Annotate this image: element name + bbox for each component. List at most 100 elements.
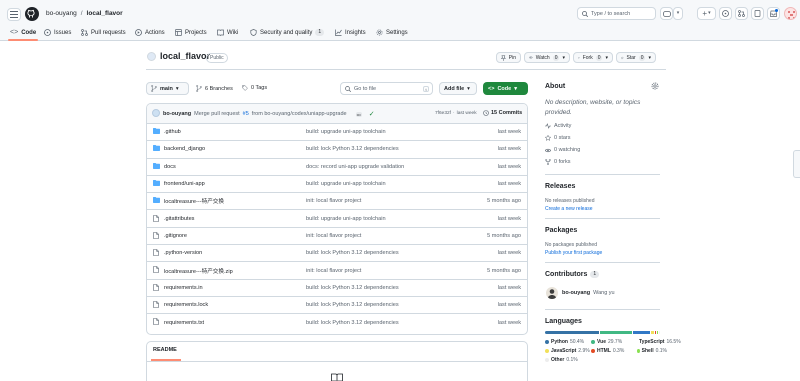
table-row[interactable]: .gitignore init: local flavor project 5 mo… (146, 228, 528, 246)
file-name[interactable]: localtreasure---特产交换 (164, 197, 224, 205)
tab-issues[interactable]: Issues (44, 26, 71, 39)
tab-security[interactable]: Security and quality 1 (250, 26, 325, 39)
table-row[interactable]: localtreasure---特产交换.zip init: local flav… (146, 262, 528, 280)
file-name[interactable]: localtreasure---特产交换.zip (164, 267, 233, 275)
contributor[interactable]: bo-ouyang Wang yu (562, 290, 615, 296)
table-row[interactable]: localtreasure---特产交换 init: local flavor p… (146, 193, 528, 211)
file-commit-message[interactable]: build: lock Python 3.12 dependencies (306, 250, 399, 256)
file-commit-message[interactable]: docs: record uni-app upgrade validation (306, 164, 404, 170)
file-commit-message[interactable]: build: upgrade uni-app toolchain (306, 216, 386, 222)
publish-package-link[interactable]: Publish your first package (545, 250, 602, 256)
avatar[interactable] (784, 7, 797, 20)
branches-link[interactable]: 6 Branches (196, 85, 233, 92)
language-item[interactable]: HTML 0.3% (591, 348, 637, 354)
file-commit-date: 5 months ago (487, 198, 521, 205)
language-item[interactable]: Python 50.4% (545, 339, 591, 345)
file-name[interactable]: docs (164, 164, 176, 170)
file-name[interactable]: requirements.txt (164, 320, 204, 326)
file-commit-message[interactable]: build: lock Python 3.12 dependencies (306, 320, 399, 326)
table-row[interactable]: requirements.in build: lock Python 3.12 d… (146, 280, 528, 297)
file-name[interactable]: backend_django (164, 146, 205, 152)
feedback-tab[interactable] (793, 150, 800, 178)
commit-sha[interactable]: 7f6e32f (435, 111, 451, 116)
create-new-button[interactable]: + ▾ (697, 7, 716, 20)
stars-link[interactable]: 0 stars (545, 135, 571, 141)
file-commit-message[interactable]: build: lock Python 3.12 dependencies (306, 302, 399, 308)
file-name[interactable]: .gitignore (164, 233, 187, 239)
tab-settings[interactable]: Settings (376, 26, 408, 39)
activity-link[interactable]: Activity (545, 123, 571, 129)
add-file-button[interactable]: Add file ▾ (439, 82, 477, 95)
commit-author[interactable]: bo-ouyang (163, 111, 191, 117)
watch-button[interactable]: Watch 0 ▾ (524, 52, 570, 63)
file-commit-message[interactable]: init: local flavor project (306, 198, 361, 204)
table-row[interactable]: docs docs: record uni-app upgrade validat… (146, 159, 528, 176)
repo-name[interactable]: local_flavor (160, 51, 210, 61)
star-button[interactable]: Star 0 ▾ (616, 52, 656, 63)
commit-message-suffix[interactable]: from bo-ouyang/codex/uniapp-upgrade (252, 111, 347, 117)
tab-pull-requests[interactable]: Pull requests (81, 26, 126, 39)
pin-button[interactable]: Pin (496, 52, 521, 63)
table-row[interactable]: .python-version build: lock Python 3.12 d… (146, 245, 528, 263)
file-commit-message[interactable]: build: upgrade uni-app toolchain (306, 129, 386, 135)
forks-link[interactable]: 0 forks (545, 159, 571, 165)
file-commit-message[interactable]: build: lock Python 3.12 dependencies (306, 285, 399, 291)
issues-button[interactable] (719, 7, 732, 20)
inbox-button[interactable] (767, 7, 780, 20)
search-input[interactable]: Type / to search (577, 7, 656, 20)
pull-requests-button[interactable] (735, 7, 748, 20)
create-release-link[interactable]: Create a new release (545, 206, 593, 212)
commit-message-prefix[interactable]: Merge pull request (194, 111, 240, 117)
releases-heading[interactable]: Releases (545, 183, 575, 190)
file-name[interactable]: .gitattributes (164, 216, 194, 222)
tab-code[interactable]: <> Code (10, 26, 36, 39)
tab-actions[interactable]: Actions (135, 26, 165, 39)
tags-link[interactable]: 0 Tags (242, 85, 267, 91)
branch-selector[interactable]: main ▾ (146, 82, 189, 95)
file-name[interactable]: frontend/uni-app (164, 181, 205, 187)
commit-author-avatar[interactable] (152, 109, 160, 117)
copilot-button[interactable] (660, 7, 673, 20)
file-commit-message[interactable]: build: lock Python 3.12 dependencies (306, 146, 399, 152)
table-row[interactable]: frontend/uni-app build: upgrade uni-app t… (146, 176, 528, 194)
language-item[interactable]: JavaScript 2.9% (545, 348, 591, 354)
owner-link[interactable]: bo-ouyang (46, 10, 77, 17)
tab-insights[interactable]: Insights (335, 26, 366, 39)
file-name[interactable]: .github (164, 129, 181, 135)
contributors-heading[interactable]: Contributors (545, 271, 587, 278)
copilot-menu-button[interactable]: ▾ (673, 7, 683, 20)
table-row[interactable]: requirements.lock build: lock Python 3.12… (146, 297, 528, 315)
fork-button[interactable]: Fork 0 ▾ (573, 52, 613, 63)
packages-empty: No packages published (545, 242, 597, 248)
commits-link[interactable]: 15 Commits (483, 110, 522, 116)
about-settings-button[interactable] (651, 82, 659, 92)
repositories-button[interactable] (751, 7, 764, 20)
language-item[interactable]: Other 0.1% (545, 357, 591, 363)
repo-link[interactable]: local_flavor (87, 10, 123, 17)
table-row[interactable]: backend_django build: lock Python 3.12 de… (146, 141, 528, 159)
tab-projects[interactable]: Projects (175, 26, 207, 39)
commit-pr-link[interactable]: #5 (243, 111, 249, 117)
go-to-file-input[interactable]: Go to file t (340, 82, 433, 95)
tab-wiki[interactable]: Wiki (217, 26, 238, 39)
file-commit-message[interactable]: build: upgrade uni-app toolchain (306, 181, 386, 187)
file-name[interactable]: .python-version (164, 250, 202, 256)
contributor-avatar[interactable] (546, 287, 558, 299)
file-name[interactable]: requirements.in (164, 285, 203, 291)
readme-tab[interactable]: README (153, 347, 177, 353)
language-item[interactable]: TypeScript 16.5% (637, 339, 681, 345)
table-row[interactable]: .gitattributes build: upgrade uni-app too… (146, 211, 528, 228)
github-logo[interactable] (25, 7, 39, 21)
menu-button[interactable] (7, 8, 21, 21)
language-item[interactable]: Shell 0.1% (637, 348, 667, 354)
watching-link[interactable]: 0 watching (545, 147, 580, 153)
file-name[interactable]: requirements.lock (164, 302, 208, 308)
expand-commit-button[interactable]: ••• (355, 111, 362, 117)
table-row[interactable]: .github build: upgrade uni-app toolchain l… (146, 124, 528, 142)
language-item[interactable]: Vue 29.7% (591, 339, 637, 345)
file-commit-message[interactable]: init: local flavor project (306, 233, 361, 239)
packages-heading[interactable]: Packages (545, 227, 577, 234)
table-row[interactable]: requirements.txt build: lock Python 3.12 … (146, 314, 528, 331)
file-commit-message[interactable]: init: local flavor project (306, 268, 361, 274)
code-button[interactable]: <> Code ▾ (483, 82, 528, 95)
